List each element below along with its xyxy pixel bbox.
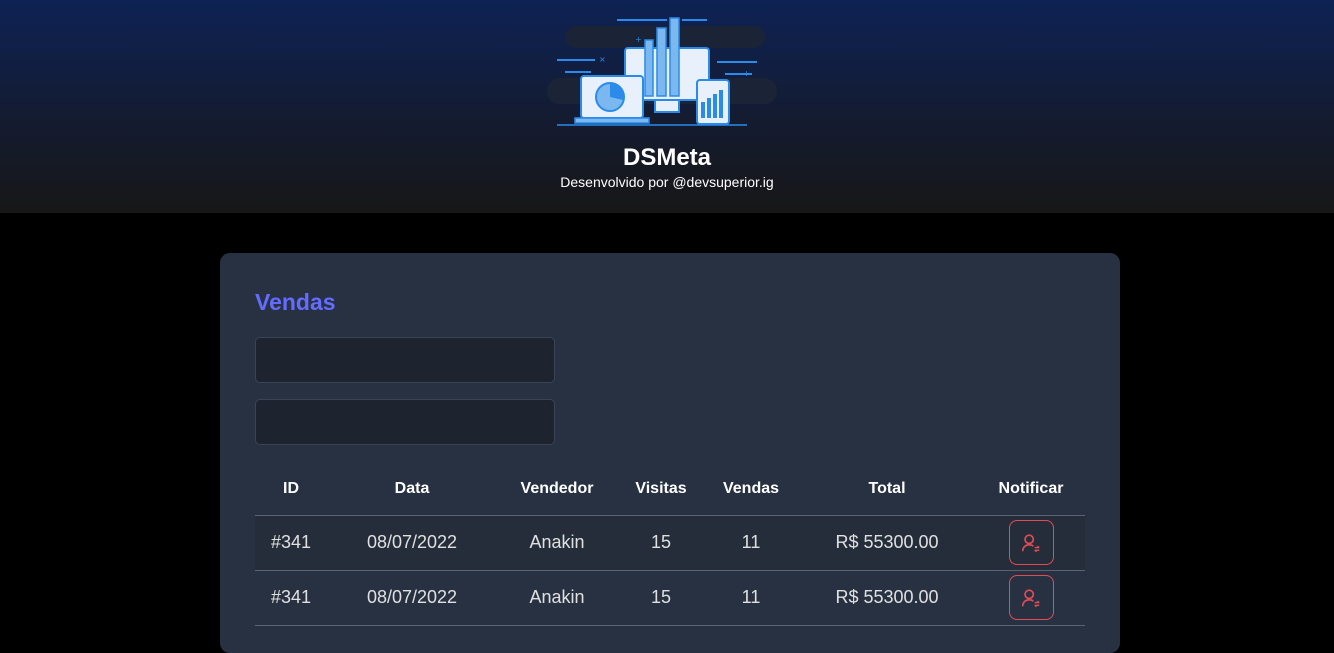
col-sales: Vendas <box>705 463 797 516</box>
app-title: DSMeta <box>622 144 712 171</box>
col-notify: Notificar <box>977 463 1085 516</box>
app-header: × + + DSMeta Desenvolvido por @devsuperi… <box>0 0 1334 213</box>
sales-table: ID Data Vendedor Visitas Vendas Total No… <box>255 463 1085 626</box>
table-row: #341 08/07/2022 Anakin 15 11 R$ 55300.00 <box>255 515 1085 571</box>
col-total: Total <box>797 463 977 516</box>
svg-text:×: × <box>599 55 606 64</box>
cell-sales: 11 <box>705 515 797 571</box>
user-notify-icon <box>1021 533 1040 552</box>
min-date-input[interactable] <box>255 337 555 383</box>
cell-seller: Anakin <box>497 515 617 571</box>
svg-text:+: + <box>635 35 642 44</box>
max-date-input[interactable] <box>255 399 555 445</box>
notify-button[interactable] <box>1008 520 1054 565</box>
cell-visits: 15 <box>617 515 705 571</box>
col-visits: Visitas <box>617 463 705 516</box>
sales-card: Vendas ID Data Vendedor Visitas Vendas T… <box>220 253 1120 653</box>
col-seller: Vendedor <box>497 463 617 516</box>
cell-id: #341 <box>255 515 327 571</box>
user-notify-icon <box>1021 588 1040 607</box>
col-id: ID <box>255 463 327 516</box>
dashboard-devices-icon: × + + <box>547 17 777 126</box>
cell-date: 08/07/2022 <box>327 515 497 571</box>
app-subtitle: Desenvolvido por @devsuperior.ig <box>560 174 774 190</box>
svg-text:+: + <box>743 69 750 78</box>
notify-button[interactable] <box>1008 575 1054 620</box>
col-date: Data <box>327 463 497 516</box>
cell-notify <box>977 515 1085 571</box>
sales-title: Vendas <box>255 289 336 315</box>
cell-total: R$ 55300.00 <box>797 515 977 571</box>
table-header-row: ID Data Vendedor Visitas Vendas Total No… <box>255 463 1085 516</box>
